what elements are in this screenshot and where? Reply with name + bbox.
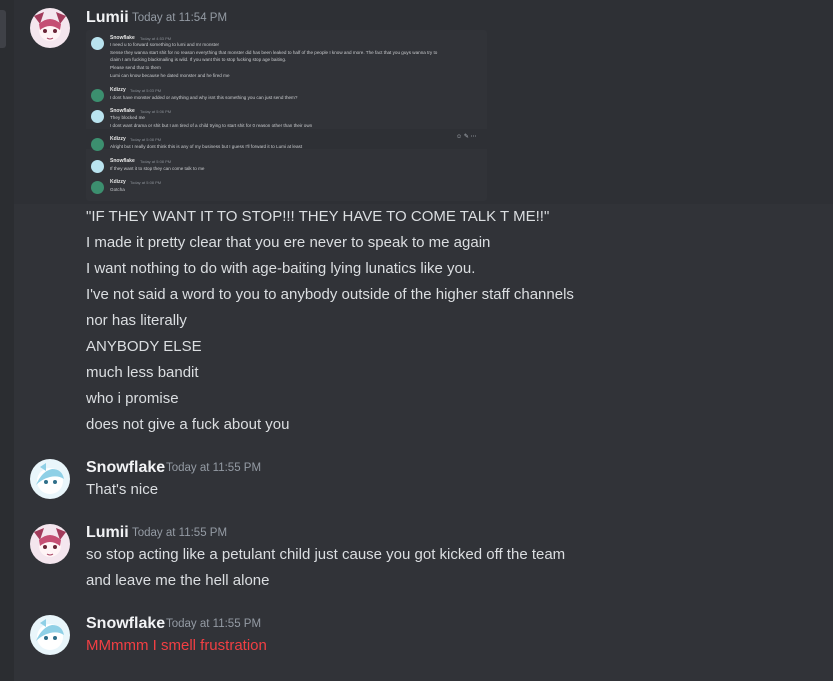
avatar-snowflake[interactable] [30,615,70,655]
avatar-snowflake [91,160,104,173]
add-reaction-icon: ☺ [456,134,463,140]
embedded-message-toolbar: ☺ ✎ ⋯ [456,133,477,140]
embedded-author: Snowflake [110,158,135,164]
embedded-line: They blocked me [110,115,145,120]
message-content: who i promise [86,390,179,407]
embedded-timestamp: Today at 5:03 PM [130,88,162,93]
embedded-line: Lumi can know because he dated monster a… [110,73,230,78]
message-content: MMmmm I smell frustration [86,637,267,654]
message-list: Lumii Today at 11:54 PM Snowflake Today … [14,0,833,681]
more-icon: ⋯ [470,134,477,140]
embedded-line: Alright but I really dont think this is … [110,144,303,149]
channel-sidebar-edge [0,0,14,681]
embedded-author: Snowflake [110,108,135,114]
embedded-author: Kdizzy [110,179,126,185]
embedded-line: I need u to forward something to lumi an… [110,42,220,47]
message-author[interactable]: Lumii [86,524,129,542]
message-content: does not give a fuck about you [86,416,290,433]
embedded-timestamp: Today at 5:08 PM [130,137,162,142]
message-timestamp: Today at 11:54 PM [132,12,228,24]
embedded-author: Kdizzy [110,136,126,142]
message-timestamp: Today at 11:55 PM [166,618,262,630]
embedded-timestamp: Today at 4:53 PM [140,36,172,41]
avatar-kdizzy [91,89,104,102]
embedded-line: Gotcha [110,187,125,192]
message-content: much less bandit [86,364,199,381]
message-content: I've not said a word to you to anybody o… [86,286,574,303]
message-content: ANYBODY ELSE [86,338,202,355]
message-content: I made it pretty clear that you ere neve… [86,234,491,251]
embedded-timestamp: Today at 5:08 PM [130,180,162,185]
image-attachment[interactable]: Snowflake Today at 4:53 PM I need u to f… [86,30,487,201]
message-author[interactable]: Snowflake [86,459,165,477]
message-author[interactable]: Lumii [86,9,129,27]
scrollbar-thumb[interactable] [0,10,6,48]
message-timestamp: Today at 11:55 PM [132,527,228,539]
embedded-line: If they want it to stop they can come ta… [110,166,205,171]
message-author[interactable]: Snowflake [86,615,165,633]
embedded-timestamp: Today at 5:06 PM [140,109,172,114]
message-content: That's nice [86,481,159,498]
embedded-line: Sense they wanna start shit for no reaso… [110,50,438,55]
embedded-timestamp: Today at 5:08 PM [140,159,172,164]
embedded-author: Snowflake [110,35,135,41]
avatar-kdizzy [91,181,104,194]
message-content: I want nothing to do with age-baiting ly… [86,260,476,277]
embedded-line: I dont have monster added or anything an… [110,95,298,100]
embedded-line: claim I am fucking blackmailing is wild.… [110,57,287,62]
avatar-snowflake [91,110,104,123]
avatar-snowflake[interactable] [30,459,70,499]
message-timestamp: Today at 11:55 PM [166,462,262,474]
embedded-line: I dont want drama or shit but I am tired… [110,123,313,128]
embedded-line: Please send that to them [110,65,161,70]
message-content: and leave me the hell alone [86,572,270,589]
embedded-author: Kdizzy [110,87,126,93]
edit-icon: ✎ [463,134,469,140]
message-content: "IF THEY WANT IT TO STOP!!! THEY HAVE TO… [86,208,550,225]
message-content: nor has literally [86,312,187,329]
avatar-snowflake [91,37,104,50]
avatar-lumii[interactable] [30,8,70,48]
avatar-lumii[interactable] [30,524,70,564]
avatar-kdizzy [91,138,104,151]
message-content: so stop acting like a petulant child jus… [86,546,566,563]
